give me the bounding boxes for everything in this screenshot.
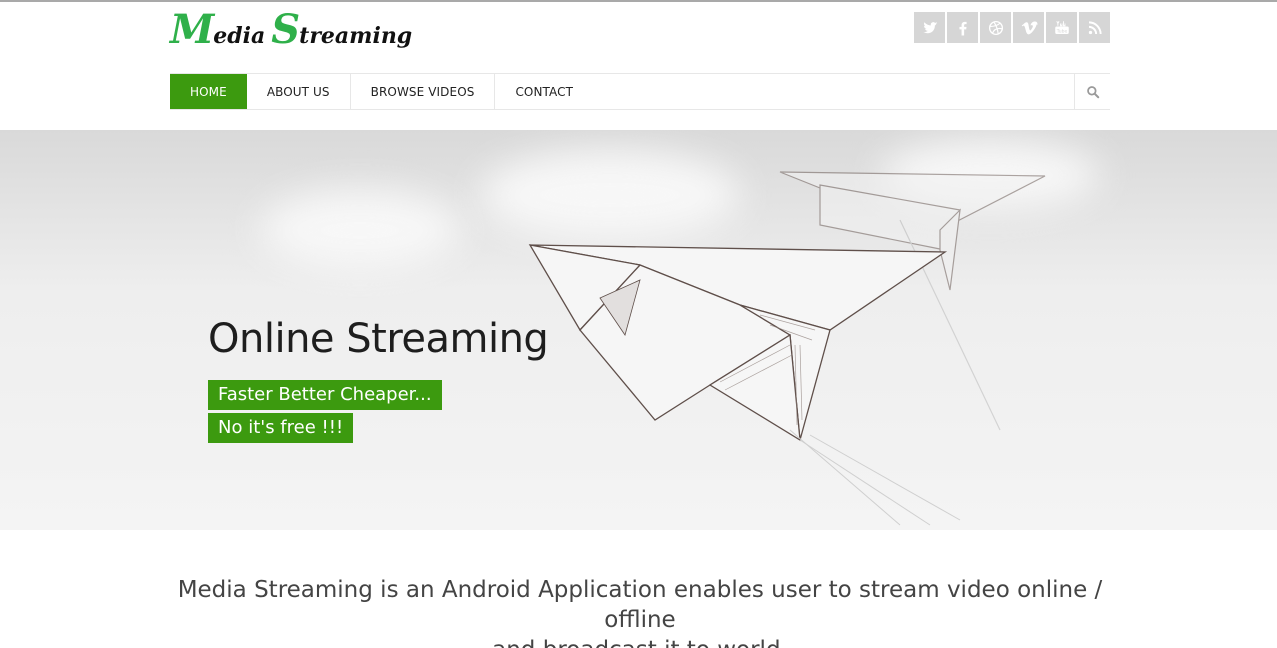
hero-tagline-1: Faster Better Cheaper... bbox=[208, 380, 442, 410]
vimeo-link[interactable] bbox=[1013, 12, 1044, 43]
search-button[interactable] bbox=[1074, 74, 1110, 109]
hero-tagline-2: No it's free !!! bbox=[208, 413, 354, 443]
logo-initial-s: S bbox=[271, 6, 300, 53]
top-border bbox=[0, 0, 1277, 2]
dribbble-link[interactable] bbox=[980, 12, 1011, 43]
vimeo-icon bbox=[1021, 21, 1037, 34]
logo-word-treaming: treaming bbox=[299, 23, 413, 49]
search-icon bbox=[1086, 85, 1099, 98]
site-logo[interactable]: M edia S treaming bbox=[170, 8, 418, 52]
facebook-icon bbox=[958, 21, 967, 35]
paper-planes-illustration bbox=[528, 171, 1046, 526]
intro-line-1: Media Streaming is an Android Applicatio… bbox=[177, 577, 1103, 633]
nav-item-contact[interactable]: CONTACT bbox=[495, 74, 593, 109]
dribbble-icon bbox=[988, 20, 1003, 35]
social-links: Tube bbox=[914, 12, 1110, 43]
intro-line-2: and broadcast it to world. bbox=[170, 635, 1110, 648]
rss-icon bbox=[1088, 20, 1102, 34]
intro-text: Media Streaming is an Android Applicatio… bbox=[170, 575, 1110, 648]
hero-banner bbox=[0, 130, 1277, 530]
twitter-link[interactable] bbox=[914, 12, 945, 43]
youtube-icon: Tube bbox=[1054, 20, 1069, 34]
main-nav: HOME ABOUT US BROWSE VIDEOS CONTACT bbox=[170, 73, 1110, 110]
facebook-link[interactable] bbox=[947, 12, 978, 43]
nav-item-about-us[interactable]: ABOUT US bbox=[247, 74, 351, 109]
youtube-link[interactable]: Tube bbox=[1046, 12, 1077, 43]
nav-item-home[interactable]: HOME bbox=[170, 74, 247, 109]
logo-initial-m: M bbox=[170, 6, 214, 53]
twitter-icon bbox=[922, 21, 937, 33]
hero-title: Online Streaming bbox=[208, 316, 549, 362]
svg-text:Tube: Tube bbox=[1055, 28, 1067, 34]
logo-word-edia: edia bbox=[213, 23, 266, 49]
rss-link[interactable] bbox=[1079, 12, 1110, 43]
nav-item-browse-videos[interactable]: BROWSE VIDEOS bbox=[351, 74, 496, 109]
